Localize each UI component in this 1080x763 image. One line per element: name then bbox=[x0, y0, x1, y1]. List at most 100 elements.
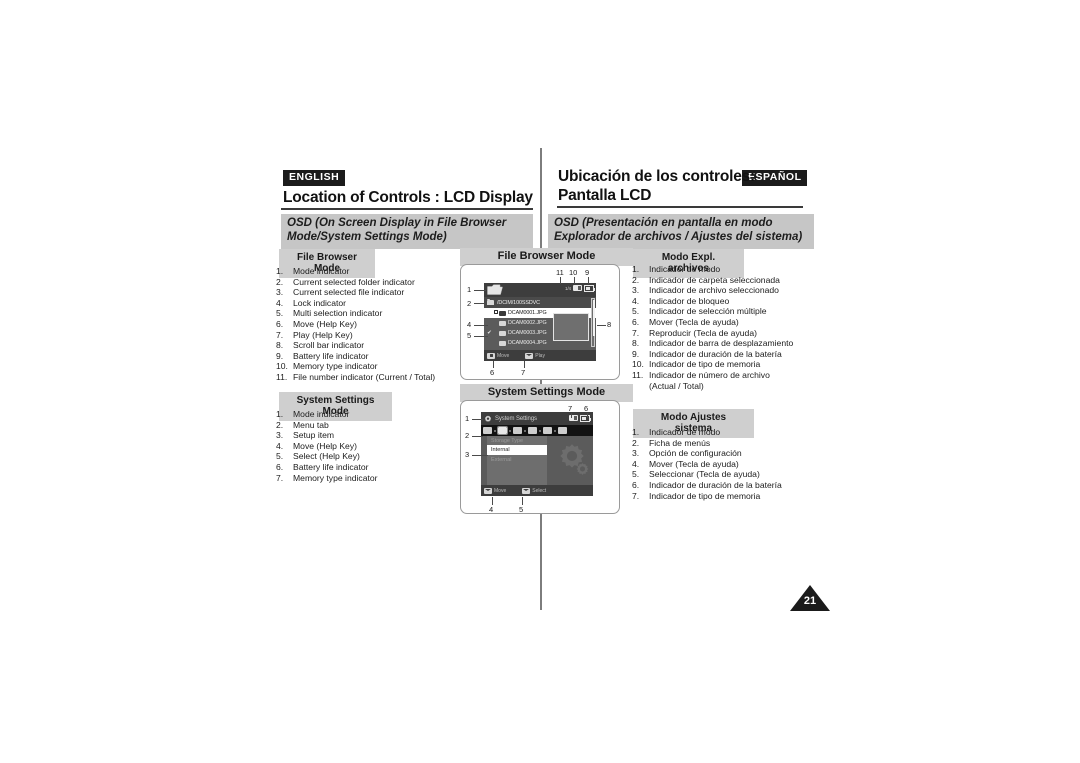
menu-tab-usb-icon[interactable] bbox=[513, 427, 522, 434]
list-item: 5. Multi selection indicator bbox=[276, 308, 476, 319]
list-item-label: Mode indicator bbox=[293, 266, 350, 276]
leader-ss-4 bbox=[492, 497, 493, 505]
file-name-label: DCAM0001.JPG bbox=[508, 310, 547, 316]
list-item: 2. Menu tab bbox=[276, 420, 476, 431]
list-item-number: 8. bbox=[632, 338, 640, 349]
list-item-label: Mode indicator bbox=[293, 409, 350, 419]
setup-option-other[interactable]: External bbox=[487, 455, 547, 465]
list-item-number: 7. bbox=[276, 329, 284, 340]
jpeg-file-icon bbox=[499, 330, 506, 336]
list-item: 6. Mover (Tecla de ayuda) bbox=[632, 317, 847, 328]
list-item: 3. Indicador de archivo seleccionado bbox=[632, 285, 847, 296]
battery-icon bbox=[580, 415, 591, 422]
leader-fb-10 bbox=[574, 277, 575, 284]
list-item: 3. Opción de configuración bbox=[632, 448, 847, 459]
callout-ss-1: 1 bbox=[465, 414, 470, 423]
callout-fb-11: 11 bbox=[556, 268, 564, 277]
list-item-label: Indicador de bloqueo bbox=[649, 295, 730, 306]
thumbnail-preview bbox=[553, 313, 589, 341]
lcd-fb-help-bar: Move Play bbox=[484, 350, 596, 361]
list-item-number: 2. bbox=[276, 276, 284, 287]
list-item-label: Mover (Tecla de ayuda) bbox=[649, 316, 739, 327]
menu-tab-date-icon[interactable] bbox=[543, 427, 552, 434]
list-system-settings-spanish: 1. Indicador de modo 2. Ficha de menús 3. Opc… bbox=[632, 427, 847, 501]
list-item-label: Indicador de tipo de memoria bbox=[649, 490, 761, 501]
list-item-number: 3. bbox=[276, 430, 284, 441]
list-item: 4. Indicador de bloqueo bbox=[632, 296, 847, 307]
setup-menu-heading: Storage Type bbox=[487, 436, 547, 445]
jpeg-file-icon bbox=[499, 320, 506, 326]
list-item-number: 4. bbox=[276, 297, 284, 308]
setup-option-other-label: External bbox=[491, 457, 512, 463]
list-item-number: 9. bbox=[276, 350, 284, 361]
help-label-select: Select bbox=[532, 487, 547, 494]
callout-fb-6: 6 bbox=[490, 368, 495, 377]
list-item-continuation: (Actual / Total) bbox=[649, 380, 704, 391]
list-item-label: Battery life indicator bbox=[293, 461, 369, 472]
list-item: 2. Indicador de carpeta seleccionada bbox=[632, 275, 847, 286]
lcd-fb-path-row: /DCIM/100SSDVC bbox=[484, 297, 596, 308]
list-file-browser-spanish: 1. Indicador de modo 2. Indicador de carpet… bbox=[632, 264, 847, 391]
select-key-icon bbox=[522, 487, 531, 494]
list-item-number: 6. bbox=[276, 318, 284, 329]
list-item-label: Opción de configuración bbox=[649, 448, 742, 459]
list-item: 6. Indicador de duración de la batería bbox=[632, 480, 847, 491]
file-name-label: DCAM0003.JPG bbox=[508, 330, 547, 336]
list-file-browser-english: 1. Mode indicator 2. Current selected folde… bbox=[276, 266, 476, 383]
list-item-number: 10. bbox=[276, 361, 288, 372]
jpeg-file-icon bbox=[499, 340, 506, 346]
list-item: 7. Indicador de tipo de memoria bbox=[632, 491, 847, 502]
move-key-icon bbox=[484, 487, 492, 494]
subtitle-bar-spanish: OSD (Presentación en pantalla en modo Ex… bbox=[548, 214, 814, 249]
tab-separator-dot bbox=[524, 429, 526, 432]
list-item-number: 9. bbox=[632, 348, 640, 359]
list-item-label: Mover (Tecla de ayuda) bbox=[649, 458, 739, 469]
list-item-number: 10. bbox=[632, 359, 644, 370]
scrollbar-thumb[interactable] bbox=[592, 300, 595, 336]
list-item-label: Indicador de archivo seleccionado bbox=[649, 285, 779, 296]
list-item: 10. Indicador de tipo de memoria bbox=[632, 359, 847, 370]
leader-fb-6 bbox=[493, 361, 494, 368]
tab-separator-dot bbox=[509, 429, 511, 432]
list-item-number: 6. bbox=[276, 461, 284, 472]
list-item-label: Memory type indicator bbox=[293, 361, 378, 372]
list-item-number: 4. bbox=[632, 458, 640, 469]
list-item: 2. Current selected folder indicator bbox=[276, 277, 476, 288]
tab-separator-dot bbox=[539, 429, 541, 432]
menu-tab-language-icon[interactable] bbox=[558, 427, 567, 434]
list-item-label: Seleccionar (Tecla de ayuda) bbox=[649, 469, 760, 480]
list-item-number: 6. bbox=[632, 316, 640, 327]
menu-tab-storage-icon[interactable] bbox=[497, 426, 508, 435]
list-item-label: Indicador de duración de la batería bbox=[649, 479, 782, 490]
list-item-number: 5. bbox=[632, 469, 640, 480]
lcd-ss-menu-tabbar[interactable] bbox=[481, 425, 593, 436]
leader-fb-8 bbox=[597, 325, 606, 326]
list-item: 1. Mode indicator bbox=[276, 409, 476, 420]
menu-tab-display-icon[interactable] bbox=[483, 427, 492, 434]
page-number: 21 bbox=[790, 585, 830, 613]
manual-page: ENGLISH ESPAÑOL Location of Controls : L… bbox=[0, 0, 1080, 763]
memory-type-icon bbox=[573, 285, 582, 292]
list-item: 5. Indicador de selección múltiple bbox=[632, 306, 847, 317]
list-item-number: 4. bbox=[276, 440, 284, 451]
list-item: 6. Move (Help Key) bbox=[276, 319, 476, 330]
list-item-number: 11. bbox=[276, 371, 288, 382]
lcd-ss-body: Storage Type Internal External bbox=[481, 436, 593, 485]
list-item: 4. Move (Help Key) bbox=[276, 441, 476, 452]
list-item-number: 8. bbox=[276, 340, 284, 351]
lcd-fb-status-group: 1/4 bbox=[565, 285, 595, 292]
leader-ss-5 bbox=[522, 497, 523, 505]
menu-tab-files-icon[interactable] bbox=[528, 427, 537, 434]
list-item: 4. Lock indicator bbox=[276, 298, 476, 309]
scrollbar[interactable] bbox=[591, 298, 595, 347]
list-item-label: Multi selection indicator bbox=[293, 308, 383, 319]
file-name-label: DCAM0004.JPG bbox=[508, 340, 547, 346]
list-item-label: Menu tab bbox=[293, 419, 329, 430]
page-title-english: Location of Controls : LCD Display bbox=[283, 189, 533, 206]
title-rule-english bbox=[281, 208, 533, 210]
setup-option-selected[interactable]: Internal bbox=[487, 445, 547, 455]
title-rule-spanish bbox=[557, 206, 803, 208]
callout-fb-5: 5 bbox=[467, 331, 472, 340]
leader-fb-11 bbox=[560, 277, 561, 284]
list-item-label: Reproducir (Tecla de ayuda) bbox=[649, 327, 757, 338]
